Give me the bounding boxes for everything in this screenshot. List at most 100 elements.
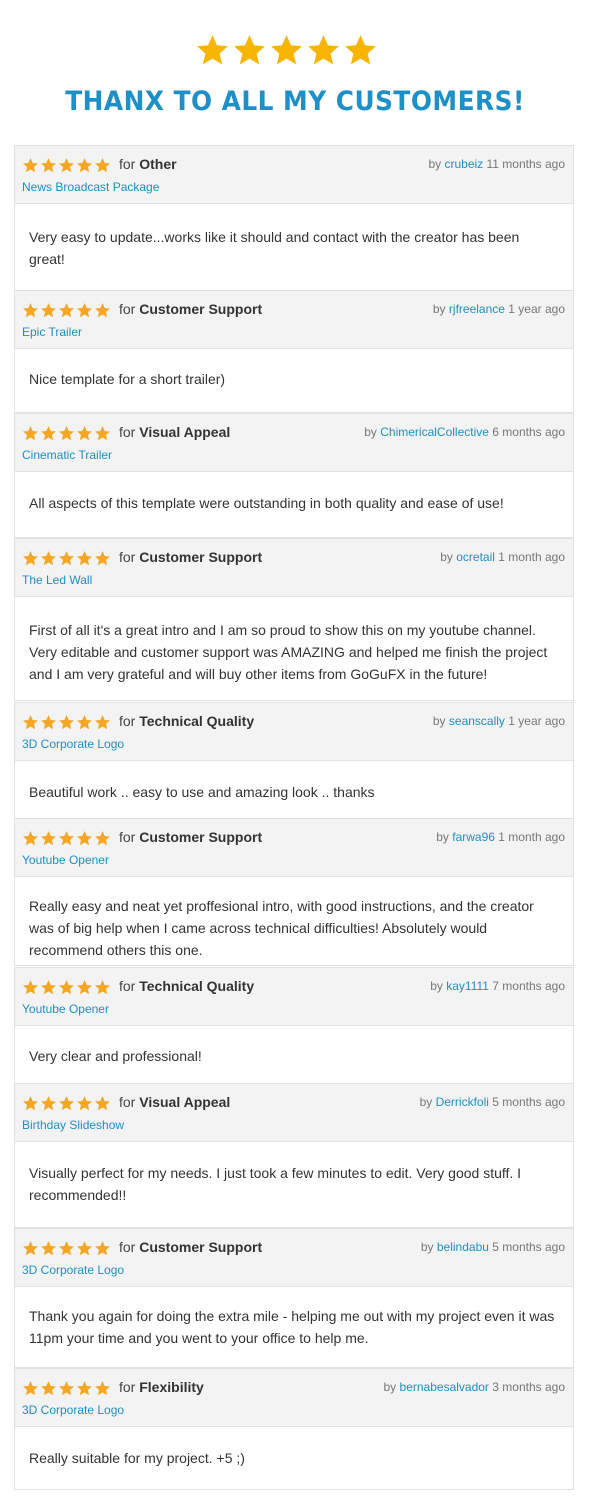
hero-header: THANX TO ALL MY CUSTOMERS! <box>0 0 590 140</box>
for-label: for <box>119 1239 136 1255</box>
star-icon <box>23 980 38 995</box>
by-label: by <box>419 1095 433 1109</box>
hero-rating <box>195 33 380 73</box>
review-time: 3 months ago <box>492 1380 565 1394</box>
review-card: for Customer Support Youtube Opener by far… <box>14 818 574 966</box>
star-icon <box>23 158 38 173</box>
review-time: 1 year ago <box>508 302 565 316</box>
review-card: for Customer Support 3D Corporate Logo by … <box>14 1228 574 1368</box>
star-icon <box>77 831 92 846</box>
item-link[interactable]: Youtube Opener <box>22 853 109 867</box>
star-icon <box>23 1381 38 1396</box>
username-link[interactable]: belindabu <box>437 1240 489 1254</box>
item-link[interactable]: Cinematic Trailer <box>22 448 112 462</box>
star-icon <box>271 35 302 65</box>
star-icon <box>197 35 228 65</box>
review-category: for Customer Support <box>119 1239 262 1255</box>
review-time: 1 year ago <box>508 714 565 728</box>
review-author: by farwa96 1 month ago <box>436 830 565 844</box>
star-icon <box>95 426 110 441</box>
username-link[interactable]: ocretail <box>456 550 495 564</box>
item-link[interactable]: Epic Trailer <box>22 325 82 339</box>
item-link[interactable]: 3D Corporate Logo <box>22 1403 124 1417</box>
review-text: Thank you again for doing the extra mile… <box>29 1308 555 1346</box>
username-link[interactable]: farwa96 <box>452 830 495 844</box>
for-label: for <box>119 829 136 845</box>
review-time: 5 months ago <box>492 1095 565 1109</box>
review-rating <box>22 830 111 847</box>
username-link[interactable]: crubeiz <box>444 157 483 171</box>
username-link[interactable]: bernabesalvador <box>400 1380 489 1394</box>
star-icon <box>77 980 92 995</box>
review-text: Very easy to update...works like it shou… <box>29 229 520 267</box>
star-icon <box>59 1096 74 1111</box>
item-link[interactable]: 3D Corporate Logo <box>22 737 124 751</box>
review-author: by Derrickfoli 5 months ago <box>420 1095 565 1109</box>
item-link[interactable]: Birthday Slideshow <box>22 1118 124 1132</box>
review-time: 7 months ago <box>492 979 565 993</box>
star-icon <box>23 551 38 566</box>
review-author: by kay1111 7 months ago <box>430 979 565 993</box>
star-icon <box>95 715 110 730</box>
star-icon <box>41 303 56 318</box>
star-icon <box>41 158 56 173</box>
category-label: Customer Support <box>139 1239 263 1255</box>
star-icon <box>77 551 92 566</box>
review-category: for Visual Appeal <box>119 1094 230 1110</box>
star-icon <box>23 1096 38 1111</box>
star-icon <box>23 715 38 730</box>
star-icon <box>59 158 74 173</box>
star-icon <box>95 551 110 566</box>
review-category: for Technical Quality <box>119 713 254 729</box>
review-text: First of all it's a great intro and I am… <box>29 622 548 682</box>
review-category: for Customer Support <box>119 829 262 845</box>
username-link[interactable]: kay1111 <box>446 979 489 993</box>
review-rating <box>22 550 111 567</box>
review-card: for Visual Appeal Birthday Slideshow by De… <box>14 1083 574 1228</box>
category-label: Visual Appeal <box>139 1094 231 1110</box>
username-link[interactable]: seanscally <box>449 714 505 728</box>
star-icon <box>308 35 339 65</box>
star-icon <box>41 1381 56 1396</box>
review-time: 5 months ago <box>492 1240 565 1254</box>
review-header: for Other News Broadcast Package by crubei… <box>15 146 573 204</box>
category-label: Technical Quality <box>139 713 255 729</box>
review-category: for Flexibility <box>119 1379 204 1395</box>
review-card: for Customer Support The Led Wall by ocret… <box>14 538 574 701</box>
star-icon <box>41 980 56 995</box>
item-link[interactable]: Youtube Opener <box>22 1002 109 1016</box>
star-icon <box>41 831 56 846</box>
star-icon <box>77 1096 92 1111</box>
for-label: for <box>119 156 136 172</box>
by-label: by <box>430 979 443 993</box>
for-label: for <box>119 1094 136 1110</box>
review-header: for Visual Appeal Birthday Slideshow by De… <box>15 1084 573 1142</box>
username-link[interactable]: ChimericalCollective <box>380 425 489 439</box>
star-icon <box>59 426 74 441</box>
star-icon <box>59 303 74 318</box>
review-header: for Customer Support 3D Corporate Logo by … <box>15 1229 573 1287</box>
review-text: Visually perfect for my needs. I just to… <box>29 1165 522 1203</box>
star-icon <box>23 831 38 846</box>
review-rating <box>22 1380 111 1397</box>
by-label: by <box>440 550 453 564</box>
username-link[interactable]: Derrickfoli <box>436 1095 489 1109</box>
star-icon <box>77 1241 92 1256</box>
review-category: for Customer Support <box>119 301 262 317</box>
review-header: for Customer Support Youtube Opener by far… <box>15 819 573 877</box>
review-card: for Technical Quality Youtube Opener by ka… <box>14 967 574 1084</box>
star-icon <box>59 831 74 846</box>
item-link[interactable]: The Led Wall <box>22 573 92 587</box>
category-label: Flexibility <box>139 1379 204 1395</box>
review-rating <box>22 714 111 731</box>
category-label: Visual Appeal <box>139 424 231 440</box>
review-header: for Technical Quality 3D Corporate Logo by… <box>15 703 573 761</box>
star-icon <box>41 426 56 441</box>
item-link[interactable]: News Broadcast Package <box>22 180 159 194</box>
review-header: for Customer Support Epic Trailer by rjfre… <box>15 291 573 349</box>
item-link[interactable]: 3D Corporate Logo <box>22 1263 124 1277</box>
review-header: for Technical Quality Youtube Opener by ka… <box>15 968 573 1026</box>
for-label: for <box>119 713 136 729</box>
username-link[interactable]: rjfreelance <box>449 302 505 316</box>
for-label: for <box>119 301 136 317</box>
